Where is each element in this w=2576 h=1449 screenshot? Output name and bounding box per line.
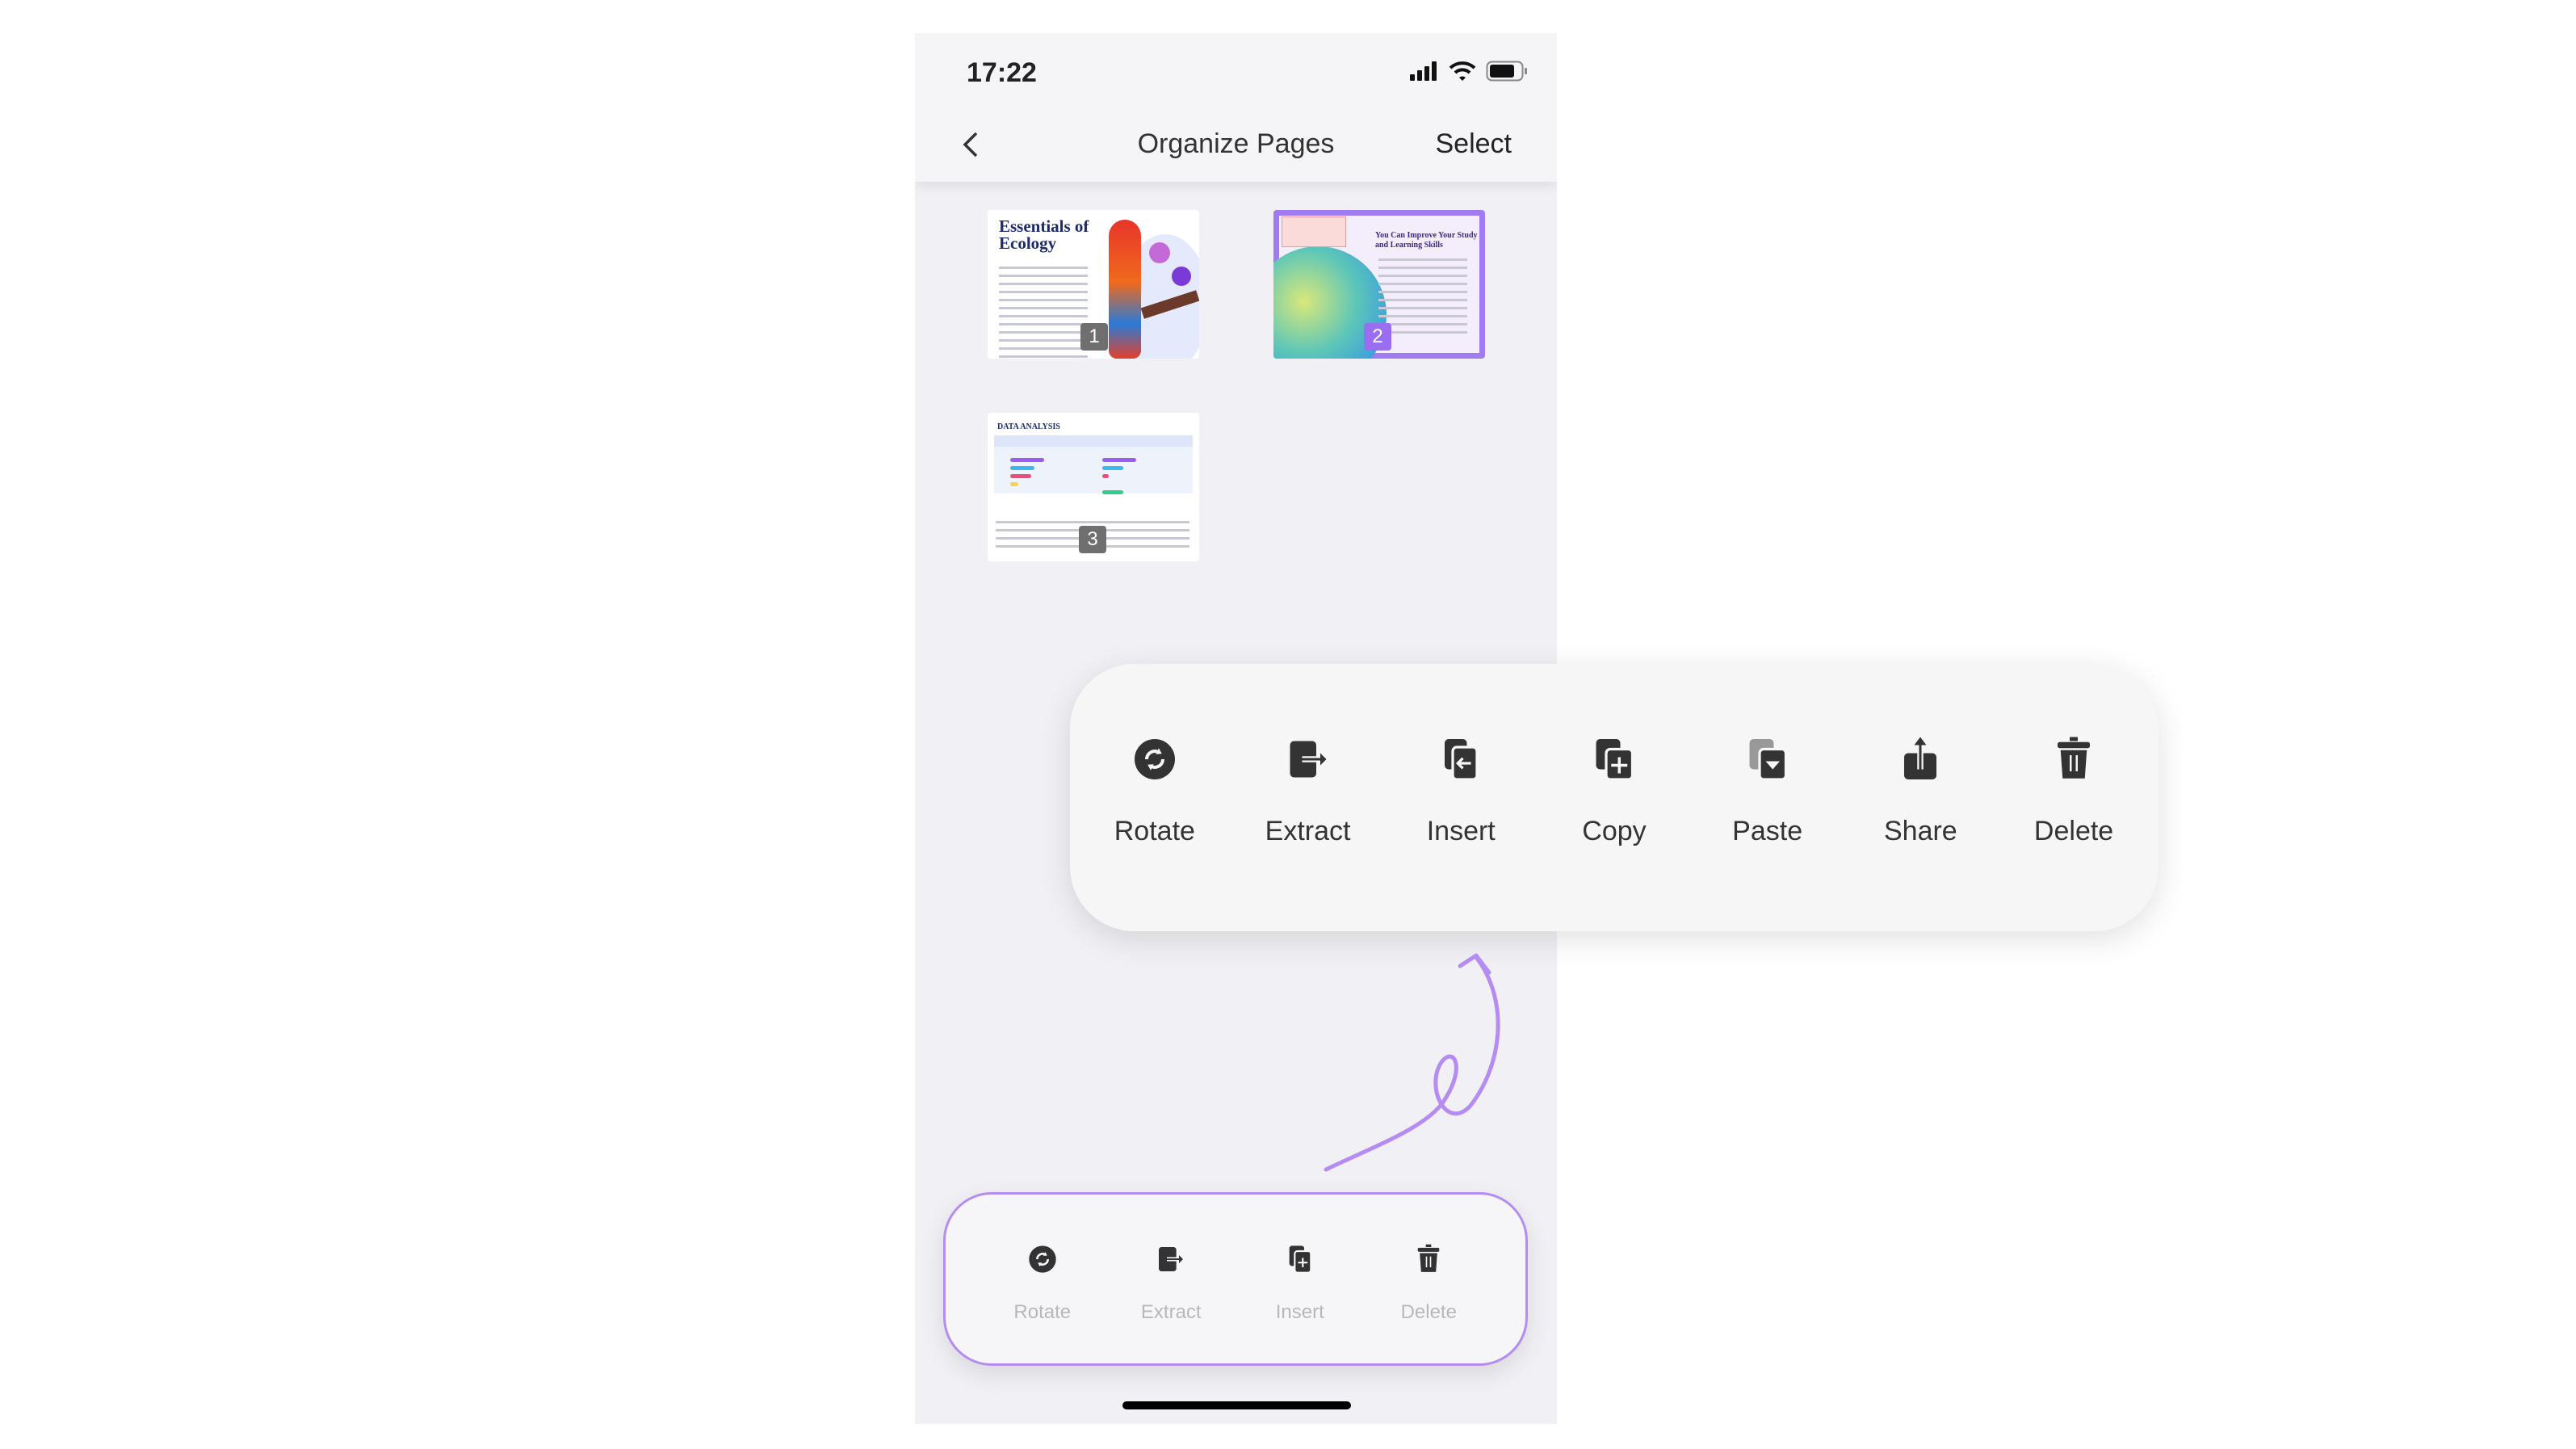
copy-button[interactable]: Copy xyxy=(1542,664,1687,931)
extract-icon xyxy=(1284,735,1332,783)
expanded-action-menu: Rotate Extract Insert Copy Paste Share D… xyxy=(1070,664,2159,931)
paste-icon xyxy=(1743,735,1792,783)
parrot-illustration xyxy=(1109,220,1141,359)
thumbnail-heading: You Can Improve Your Study and Learning … xyxy=(1375,231,1478,250)
page-number-badge: 1 xyxy=(1080,323,1108,351)
page-thumbnail-3[interactable]: DATA ANALYSIS 3 xyxy=(988,413,1199,561)
toolbar-delete-button[interactable]: Delete xyxy=(1372,1195,1485,1363)
battery-icon xyxy=(1486,61,1527,82)
status-time: 17:22 xyxy=(967,57,1037,88)
rotate-icon xyxy=(1026,1243,1059,1275)
insert-icon xyxy=(1437,735,1485,783)
page-thumbnail-2[interactable]: You Can Improve Your Study and Learning … xyxy=(1273,210,1485,359)
rotate-button[interactable]: Rotate xyxy=(1082,664,1227,931)
header: 17:22 Organize Pages Select xyxy=(915,33,1557,182)
insert-icon xyxy=(1284,1243,1316,1275)
page-thumbnail-1[interactable]: Essentials of Ecology 1 xyxy=(988,210,1199,359)
rotate-icon xyxy=(1131,735,1179,783)
page-number-badge: 3 xyxy=(1079,526,1106,553)
page-number-badge: 2 xyxy=(1364,323,1391,351)
select-button[interactable]: Select xyxy=(1436,128,1512,160)
signal-icon xyxy=(1410,61,1437,81)
trash-icon xyxy=(2049,735,2098,783)
toolbar-extract-button[interactable]: Extract xyxy=(1114,1195,1227,1363)
thumbnail-heading: Essentials of Ecology xyxy=(999,216,1089,253)
delete-button[interactable]: Delete xyxy=(2001,664,2146,931)
share-button[interactable]: Share xyxy=(1848,664,1993,931)
paste-button[interactable]: Paste xyxy=(1695,664,1840,931)
toolbar-rotate-button[interactable]: Rotate xyxy=(986,1195,1099,1363)
home-indicator xyxy=(1122,1401,1351,1409)
extract-icon xyxy=(1155,1243,1187,1275)
bottom-toolbar: Rotate Extract Insert Delete xyxy=(943,1192,1528,1366)
toolbar-insert-button[interactable]: Insert xyxy=(1244,1195,1357,1363)
thumbnail-heading: DATA ANALYSIS xyxy=(997,422,1060,431)
trash-icon xyxy=(1412,1243,1445,1275)
extract-button[interactable]: Extract xyxy=(1236,664,1381,931)
insert-button[interactable]: Insert xyxy=(1388,664,1533,931)
share-icon xyxy=(1896,735,1945,783)
copy-icon xyxy=(1590,735,1638,783)
wifi-icon xyxy=(1449,61,1476,81)
status-icons xyxy=(1410,61,1528,82)
